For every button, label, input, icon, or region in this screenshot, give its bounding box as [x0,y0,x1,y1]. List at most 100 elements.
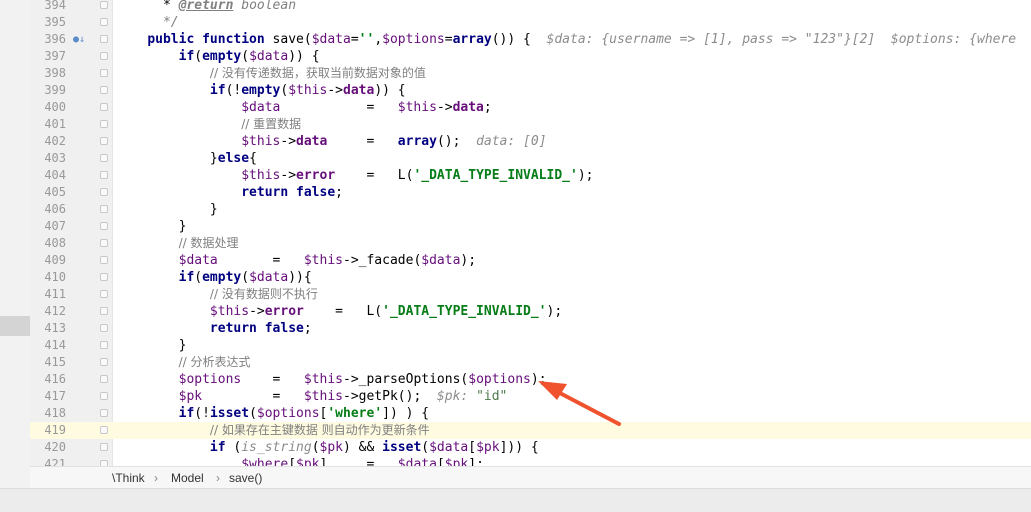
fold-toggle-icon[interactable] [100,273,108,281]
code-line[interactable]: 404 $this->error = L('_DATA_TYPE_INVALID… [30,167,1031,184]
code-token: // 没有数据则不执行 [209,287,318,301]
code-token: $data [429,440,469,455]
code-line[interactable]: 399 if(!empty($this->data)) { [30,82,1031,99]
code-line[interactable]: 413 return false; [30,320,1031,337]
code-token: ( [249,406,257,421]
fold-toggle-icon[interactable] [100,392,108,400]
code-line[interactable]: 401 // 重置数据 [30,116,1031,133]
fold-toggle-icon[interactable] [100,256,108,264]
override-marker-icon[interactable]: ●↓ [72,31,86,48]
fold-toggle-icon[interactable] [100,1,108,9]
fold-toggle-icon[interactable] [100,18,108,26]
line-number: 416 [44,372,66,386]
code-token: ); [460,253,477,268]
code-token: [ [468,440,477,455]
code-token: '_DATA_TYPE_INVALID_' [413,168,578,183]
line-number: 419 [44,423,66,437]
code-line[interactable]: 394 * @return boolean [30,0,1031,14]
code-line[interactable]: 420 if (is_string($pk) && isset($data[$p… [30,439,1031,456]
code-token: $data [397,457,437,466]
code-token: ])) { [499,440,539,455]
code-token: ; [335,185,343,200]
fold-toggle-icon[interactable] [100,341,108,349]
fold-toggle-icon[interactable] [100,86,108,94]
code-token: $where [241,457,289,466]
code-line[interactable]: 398 // 没有传递数据，获取当前数据对象的值 [30,65,1031,82]
code-line[interactable]: 408 // 数据处理 [30,235,1031,252]
fold-toggle-icon[interactable] [100,307,108,315]
fold-toggle-icon[interactable] [100,324,108,332]
code-token: = [350,32,359,47]
fold-toggle-icon[interactable] [100,443,108,451]
code-line[interactable]: 405 return false; [30,184,1031,201]
fold-toggle-icon[interactable] [100,137,108,145]
code-token: $options [256,406,320,421]
code-line[interactable]: 418 if(!isset($options['where']) ) { [30,405,1031,422]
fold-toggle-icon[interactable] [100,103,108,111]
code-token: ; [303,321,312,336]
code-line[interactable]: 410 if(empty($data)){ [30,269,1031,286]
code-text: return false; [116,320,312,337]
fold-toggle-icon[interactable] [100,222,108,230]
fold-toggle-icon[interactable] [100,52,108,60]
fold-toggle-icon[interactable] [100,171,108,179]
code-line[interactable]: 403 }else{ [30,150,1031,167]
code-text: $where[$pk] = $data[$pk]; [116,456,484,466]
breadcrumb-item-namespace[interactable]: \Think [112,467,145,489]
fold-toggle-icon[interactable] [100,120,108,128]
code-line[interactable]: 415 // 分析表达式 [30,354,1031,371]
code-line[interactable]: 411 // 没有数据则不执行 [30,286,1031,303]
code-line[interactable]: 395 */ [30,14,1031,31]
code-text: return false; [116,184,343,201]
code-line[interactable]: 417 $pk = $this->getPk(); $pk: "id" [30,388,1031,405]
line-number: 410 [44,270,66,284]
code-token: ) && [343,440,383,455]
code-token: ->_facade( [343,253,422,268]
line-number: 395 [44,15,66,29]
breadcrumb-item-class[interactable]: Model [171,467,204,489]
code-line[interactable]: 396 ●↓ public function save($data='',$opt… [30,31,1031,48]
code-token: if [209,440,226,455]
code-token: save( [264,32,312,47]
code-token: [ [436,457,445,466]
code-text: if(empty($data)) { [116,48,320,65]
code-token: ] = [319,457,398,466]
code-text: }else{ [116,150,257,167]
code-token: */ [116,15,179,30]
code-token: $pk [296,457,320,466]
code-token: $data: {username => [1], pass => "123"}[… [546,32,1017,47]
code-token: array [452,32,492,47]
code-line[interactable]: 397 if(empty($data)) { [30,48,1031,65]
fold-toggle-icon[interactable] [100,154,108,162]
code-token: -> [327,83,343,98]
code-line[interactable]: 412 $this->error = L('_DATA_TYPE_INVALID… [30,303,1031,320]
code-line[interactable]: 421 $where[$pk] = $data[$pk]; [30,456,1031,466]
fold-toggle-icon[interactable] [100,375,108,383]
code-text: // 数据处理 [116,235,239,252]
fold-toggle-icon[interactable] [100,426,108,434]
fold-toggle-icon[interactable] [100,35,108,43]
fold-toggle-icon[interactable] [100,409,108,417]
code-line[interactable]: 414 } [30,337,1031,354]
fold-toggle-icon[interactable] [100,290,108,298]
fold-toggle-icon[interactable] [100,69,108,77]
code-line[interactable]: 409 $data = $this->_facade($data); [30,252,1031,269]
code-token: ; [483,100,492,115]
code-token: // 数据处理 [178,236,239,250]
code-line[interactable]: 406 } [30,201,1031,218]
fold-toggle-icon[interactable] [100,188,108,196]
code-editor[interactable]: 394 * @return boolean 395 */396 ●↓ public … [30,0,1031,466]
fold-toggle-icon[interactable] [100,205,108,213]
code-line[interactable]: 402 $this->data = array(); data: [0] [30,133,1031,150]
code-line[interactable]: 416 $options = $this->_parseOptions($opt… [30,371,1031,388]
breadcrumb-item-method[interactable]: save() [229,467,262,489]
fold-toggle-icon[interactable] [100,239,108,247]
code-token: is_string [241,440,312,455]
fold-toggle-icon[interactable] [100,358,108,366]
code-line[interactable]: 407 } [30,218,1031,235]
code-token: boolean [233,0,297,13]
code-line[interactable]: 419 // 如果存在主键数据 则自动作为更新条件 [30,422,1031,439]
code-token: -> [280,134,297,149]
code-line[interactable]: 400 $data = $this->data; [30,99,1031,116]
